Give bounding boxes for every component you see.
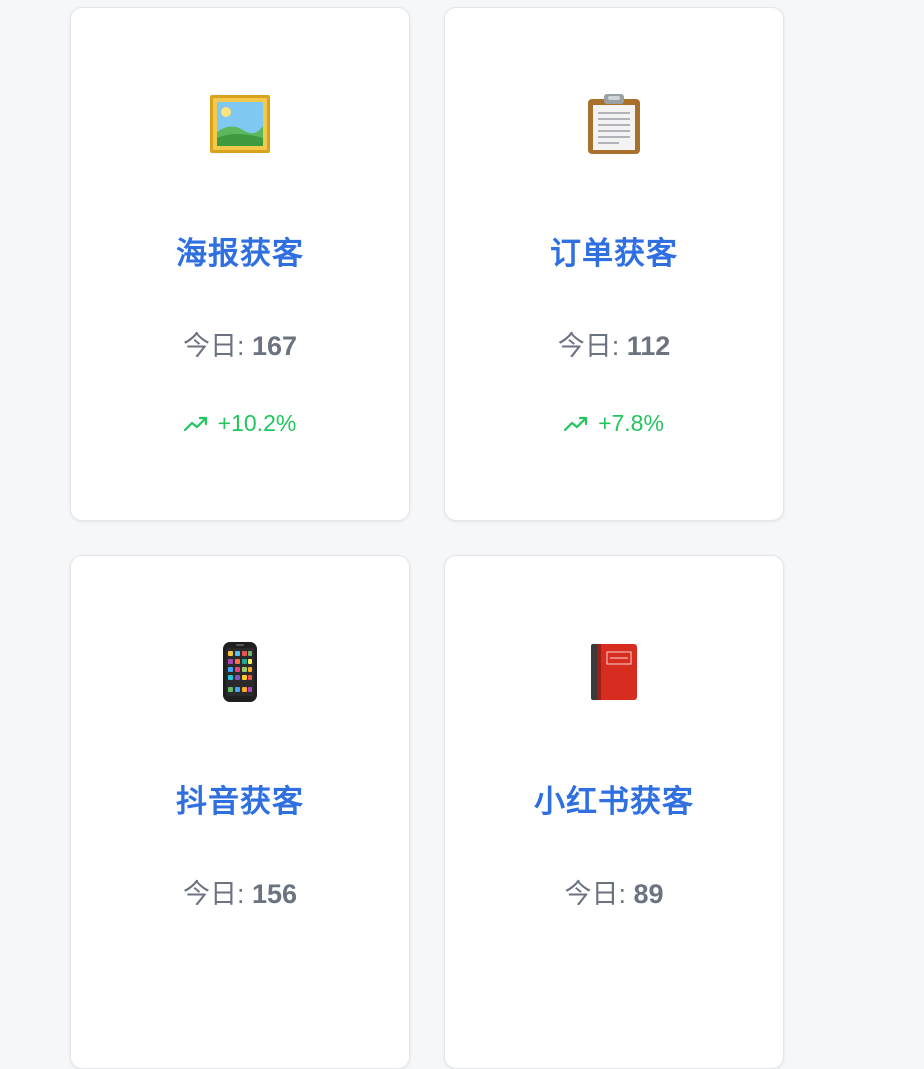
channel-card-xiaohongshu[interactable]: 小红书获客 今日: 89 [444,555,784,1069]
today-stat: 今日: 112 [445,324,783,363]
mobile-phone-icon [71,640,409,704]
trending-up-icon [183,416,207,431]
channel-card-douyin[interactable]: 抖音获客 今日: 156 [70,555,410,1069]
today-label: 今日: [182,879,245,909]
card-title: 海报获客 [176,236,304,271]
trending-up-icon [564,416,588,431]
today-label: 今日: [182,331,245,361]
red-book-icon [445,640,783,704]
trend-row: +7.8% [445,410,783,437]
framed-picture-icon [71,92,409,156]
channel-card-grid: 海报获客 今日: 167 +10.2% 订单获客 今日: 112 +7.8% 抖… [70,7,784,1069]
today-stat: 今日: 156 [71,872,409,911]
today-value: 167 [251,331,298,361]
today-label: 今日: [564,879,626,909]
clipboard-icon [445,92,783,156]
today-value: 112 [626,331,671,361]
today-value: 89 [633,879,664,909]
card-title: 订单获客 [550,236,678,271]
today-label: 今日: [557,331,620,361]
card-title: 小红书获客 [534,784,694,819]
trend-value: +10.2% [217,410,297,436]
today-stat: 今日: 167 [71,324,409,363]
channel-card-order[interactable]: 订单获客 今日: 112 +7.8% [444,7,784,521]
today-value: 156 [251,879,298,909]
card-title: 抖音获客 [176,784,304,819]
channel-card-poster[interactable]: 海报获客 今日: 167 +10.2% [70,7,410,521]
trend-row: +10.2% [71,410,409,437]
trend-value: +7.8% [598,410,664,436]
today-stat: 今日: 89 [445,872,783,911]
